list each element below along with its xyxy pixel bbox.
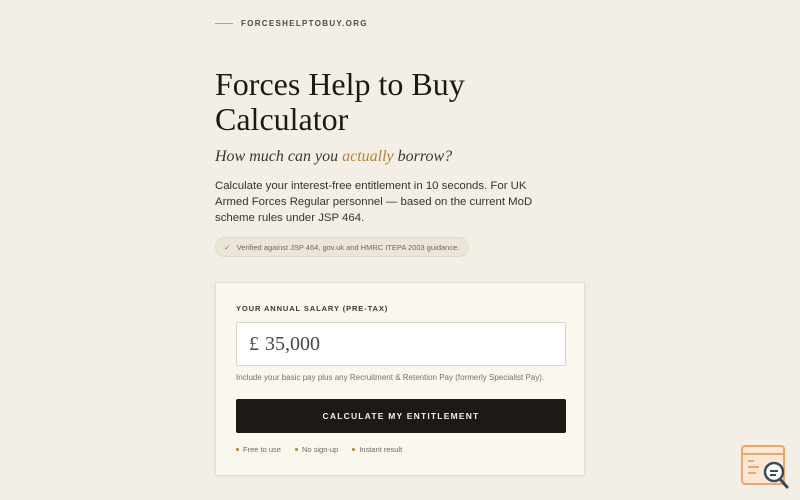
- bullet-dot-icon: [236, 448, 239, 451]
- feature-item: Free to use: [236, 445, 281, 454]
- feature-list: Free to use No sign-up Instant result: [236, 445, 416, 454]
- feature-item: No sign-up: [294, 445, 339, 454]
- accent-line: [215, 23, 233, 24]
- currency-symbol: £: [249, 332, 259, 355]
- subtitle-text-end: borrow?: [393, 148, 453, 165]
- search-document-icon[interactable]: [741, 444, 791, 490]
- check-icon: ✓: [224, 242, 231, 252]
- salary-label: YOUR ANNUAL SALARY (PRE-TAX): [236, 304, 389, 313]
- page-subtitle: How much can you actually borrow?: [215, 148, 452, 166]
- subtitle-emphasis: actually: [342, 148, 394, 165]
- salary-field[interactable]: £: [236, 322, 566, 366]
- feature-label: Instant result: [359, 445, 403, 454]
- bullet-dot-icon: [352, 448, 356, 451]
- site-name[interactable]: FORCESHELPTOBUY.ORG: [241, 19, 368, 28]
- feature-label: Free to use: [243, 445, 281, 454]
- salary-input[interactable]: [265, 332, 545, 356]
- subtitle-text-start: How much can you: [215, 148, 343, 165]
- page-description: Calculate your interest-free entitlement…: [215, 180, 533, 224]
- feature-label: No sign-up: [301, 445, 339, 454]
- calculator-card: YOUR ANNUAL SALARY (PRE-TAX) £ Include y…: [215, 282, 585, 476]
- salary-hint: Include your basic pay plus any Recruitm…: [236, 373, 545, 382]
- feature-item: Instant result: [352, 445, 402, 454]
- verified-badge: ✓ Verified against JSP 464, gov.uk and H…: [215, 237, 470, 257]
- page-title: Forces Help to Buy Calculator: [215, 66, 465, 137]
- verified-text: Verified against JSP 464, gov.uk and HMR…: [236, 242, 460, 252]
- calculate-button[interactable]: CALCULATE MY ENTITLEMENT: [236, 399, 566, 433]
- bullet-dot-icon: [294, 448, 298, 451]
- site-header: FORCESHELPTOBUY.ORG: [215, 19, 368, 28]
